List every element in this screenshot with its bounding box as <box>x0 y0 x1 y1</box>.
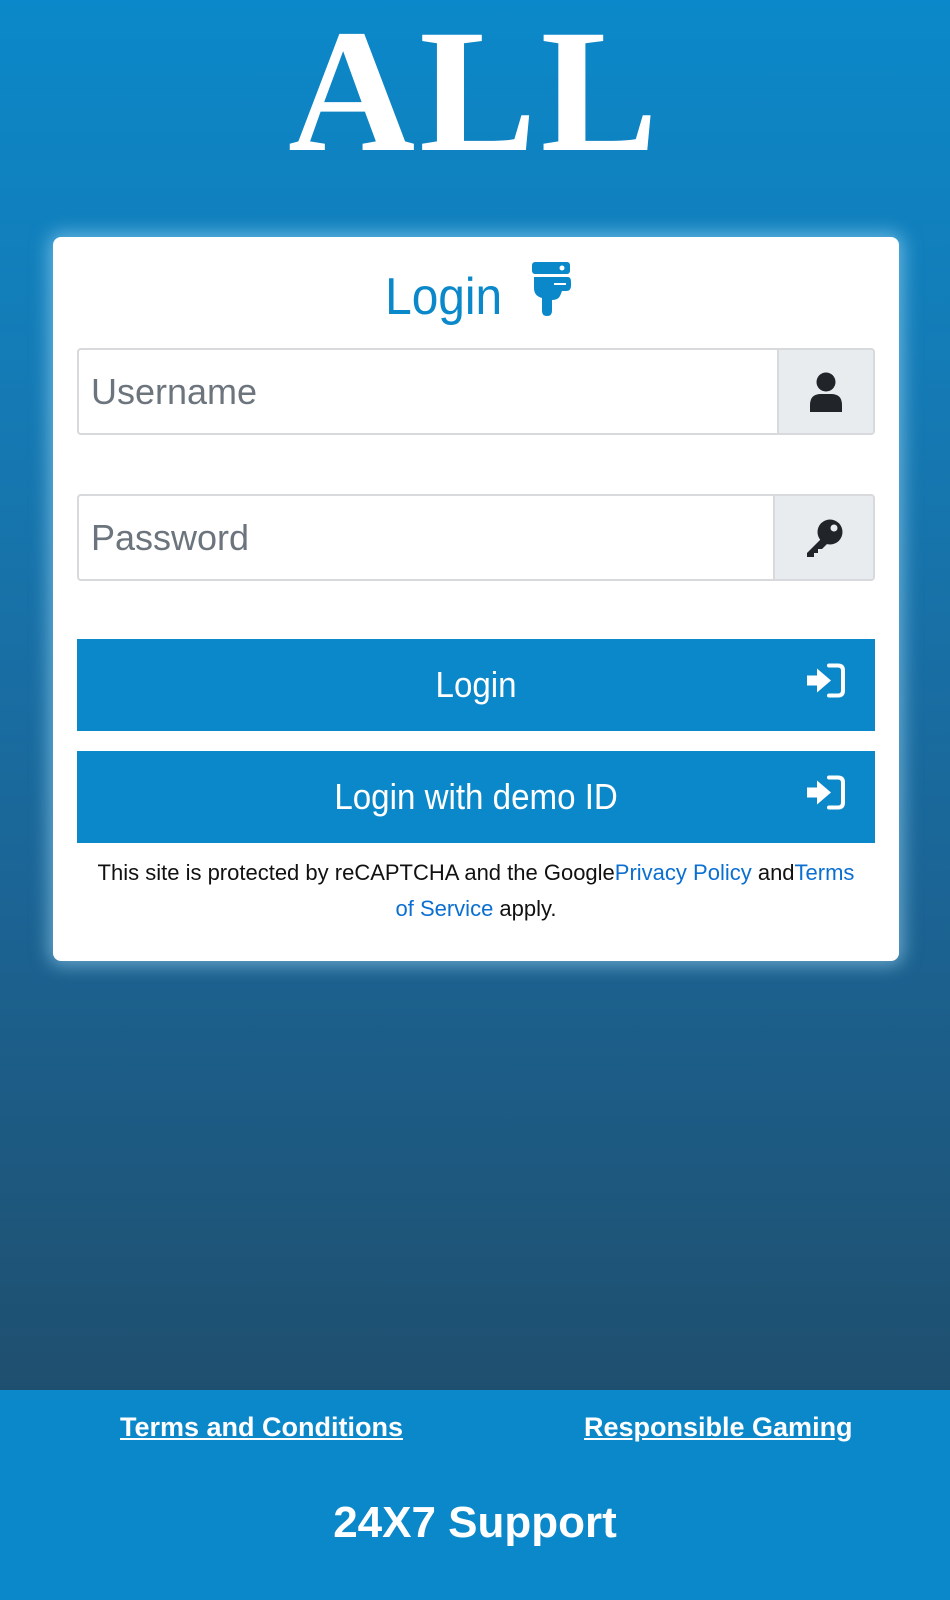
username-field <box>77 348 875 435</box>
password-field <box>77 494 875 581</box>
login-demo-button-label: Login with demo ID <box>334 776 618 817</box>
recaptcha-middle: and <box>751 860 795 885</box>
site-logo: ALL <box>288 0 662 189</box>
login-button-label: Login <box>435 664 517 705</box>
login-demo-button[interactable]: Login with demo ID <box>77 751 875 843</box>
password-input[interactable] <box>79 496 773 579</box>
recaptcha-notice: This site is protected by reCAPTCHA and … <box>93 855 859 927</box>
support-label: 24X7 Support <box>333 1498 617 1547</box>
recaptcha-prefix: This site is protected by reCAPTCHA and … <box>97 860 615 885</box>
username-input[interactable] <box>79 350 777 433</box>
login-button[interactable]: Login <box>77 639 875 731</box>
login-card: Login Login <box>53 237 899 961</box>
key-icon <box>807 519 843 557</box>
login-title: Login <box>53 259 899 334</box>
password-addon <box>773 496 873 579</box>
sign-in-icon <box>805 775 845 819</box>
responsible-gaming-link[interactable]: Responsible Gaming <box>584 1412 853 1443</box>
hand-point-down-icon <box>530 260 572 334</box>
footer: Terms and Conditions Responsible Gaming … <box>0 1390 950 1600</box>
privacy-policy-link[interactable]: Privacy Policy <box>615 860 752 885</box>
terms-and-conditions-link[interactable]: Terms and Conditions <box>120 1412 403 1443</box>
sign-in-icon <box>805 663 845 707</box>
recaptcha-suffix: apply. <box>493 896 557 921</box>
user-icon <box>810 372 842 412</box>
login-title-text: Login <box>385 268 503 327</box>
username-addon <box>777 350 873 433</box>
